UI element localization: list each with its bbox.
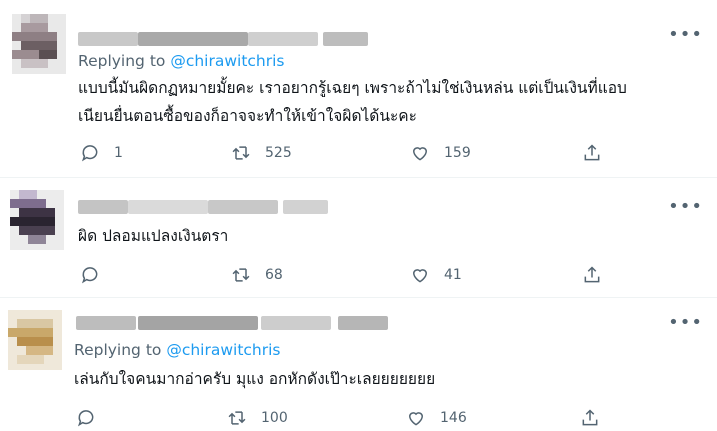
like-count: 159 bbox=[444, 145, 471, 161]
heart-icon bbox=[412, 147, 428, 161]
avatar-blurred[interactable] bbox=[10, 190, 64, 250]
share-button[interactable] bbox=[582, 265, 616, 285]
retweet-icon bbox=[232, 146, 250, 160]
replying-handle-link[interactable]: @chirawitchris bbox=[170, 52, 284, 70]
tweet-2[interactable]: ••• ผิด ปลอมแปลงเงินตรา 68 41 bbox=[0, 178, 717, 296]
replying-handle-link[interactable]: @chirawitchris bbox=[166, 341, 280, 359]
avatar-blurred[interactable] bbox=[8, 310, 62, 370]
like-button[interactable]: 159 bbox=[410, 143, 471, 163]
tweet-text-line: เล่นกับใจคนมากอ่าครับ มุแง อกหักดังเป๊าะ… bbox=[74, 370, 436, 388]
reply-bubble-icon bbox=[77, 410, 94, 427]
replying-prefix: Replying to bbox=[74, 341, 162, 359]
replying-to: Replying to @chirawitchris bbox=[74, 341, 281, 359]
tweet-text-line: เนียนยื่นตอนซื้อของก็อาจจะทำให้เข้าใจผิด… bbox=[78, 107, 417, 125]
reply-button[interactable] bbox=[76, 408, 110, 428]
retweet-count: 100 bbox=[261, 410, 288, 426]
tweet-text: เล่นกับใจคนมากอ่าครับ มุแง อกหักดังเป๊าะ… bbox=[74, 365, 435, 393]
share-icon bbox=[582, 409, 598, 426]
tweet-3[interactable]: ••• Replying to @chirawitchris เล่นกับใจ… bbox=[0, 298, 717, 431]
more-horizontal-icon[interactable]: ••• bbox=[668, 198, 703, 216]
more-horizontal-icon[interactable]: ••• bbox=[668, 314, 703, 332]
reply-bubble-icon bbox=[81, 267, 98, 284]
retweet-count: 68 bbox=[265, 267, 283, 283]
reply-count: 1 bbox=[114, 145, 123, 161]
reply-button[interactable] bbox=[80, 265, 114, 285]
blurred-username[interactable] bbox=[78, 32, 378, 46]
reply-button[interactable]: 1 bbox=[80, 143, 123, 163]
share-icon bbox=[584, 266, 600, 283]
retweet-button[interactable]: 525 bbox=[231, 143, 292, 163]
blurred-username[interactable] bbox=[76, 316, 396, 330]
like-count: 146 bbox=[440, 410, 467, 426]
tweet-text: แบบนี้มันผิดกฏหมายมั้ยคะ เราอยากรู้เฉยๆ … bbox=[78, 74, 627, 130]
retweet-icon bbox=[232, 268, 250, 282]
tweet-text-line: ผิด ปลอมแปลงเงินตรา bbox=[78, 227, 229, 245]
retweet-count: 525 bbox=[265, 145, 292, 161]
like-button[interactable]: 41 bbox=[410, 265, 462, 285]
share-button[interactable] bbox=[582, 143, 616, 163]
retweet-icon bbox=[228, 411, 246, 425]
reply-bubble-icon bbox=[81, 145, 98, 162]
tweet-text: ผิด ปลอมแปลงเงินตรา bbox=[78, 222, 228, 250]
replying-to: Replying to @chirawitchris bbox=[78, 52, 285, 70]
tweet-1[interactable]: ••• Replying to @chirawitchris แบบนี้มัน… bbox=[0, 0, 717, 177]
more-horizontal-icon[interactable]: ••• bbox=[668, 26, 703, 44]
like-count: 41 bbox=[444, 267, 462, 283]
heart-icon bbox=[412, 269, 428, 283]
replying-prefix: Replying to bbox=[78, 52, 166, 70]
blurred-username[interactable] bbox=[78, 200, 338, 214]
tweet-text-line: แบบนี้มันผิดกฏหมายมั้ยคะ เราอยากรู้เฉยๆ … bbox=[78, 79, 627, 97]
share-icon bbox=[584, 144, 600, 161]
retweet-button[interactable]: 100 bbox=[227, 408, 288, 428]
retweet-button[interactable]: 68 bbox=[231, 265, 283, 285]
heart-icon bbox=[408, 412, 424, 426]
share-button[interactable] bbox=[580, 408, 614, 428]
like-button[interactable]: 146 bbox=[406, 408, 467, 428]
avatar-blurred[interactable] bbox=[12, 14, 66, 74]
